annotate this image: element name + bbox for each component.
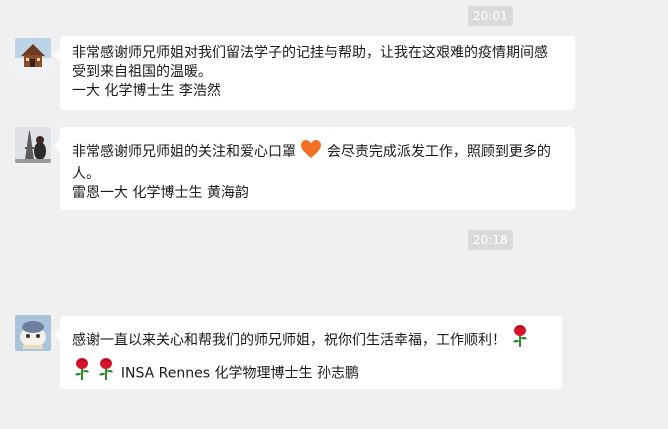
message-signature: INSA Rennes 化学物理博士生 孙志鹏	[120, 365, 359, 382]
timestamp: 20:01	[468, 6, 513, 26]
rose-icon	[72, 357, 92, 390]
timestamp: 20:18	[468, 230, 513, 250]
message-bubble[interactable]: 非常感谢师兄师姐对我们留法学子的记挂与帮助，让我在这艰难的疫情期间感 受到来自祖…	[54, 36, 575, 110]
rose-icon	[96, 357, 116, 390]
avatar-cabin[interactable]	[15, 38, 51, 74]
message-bubble[interactable]: 非常感谢师兄师姐的关注和爱心口罩 会尽责完成派发工作，照顾到更多的 人。 雷恩一…	[54, 127, 575, 210]
message-text: 感谢一直以来关心和帮我们的师兄师姐，祝你们生活幸福，工作顺利！	[72, 332, 506, 349]
message-signature: 一大 化学博士生 李浩然	[72, 83, 221, 99]
message-signature: 雷恩一大 化学博士生 黄海韵	[72, 185, 249, 201]
message-bubble[interactable]: 感谢一直以来关心和帮我们的师兄师姐，祝你们生活幸福，工作顺利！ INSA Ren…	[54, 316, 562, 390]
avatar-eiffel[interactable]	[15, 127, 51, 163]
orange-heart-icon	[300, 139, 322, 165]
message-text: 受到来自祖国的温暖。	[72, 64, 212, 80]
cabin-landscape-avatar	[15, 38, 51, 74]
message-text: 非常感谢师兄师姐的关注和爱心口罩	[72, 144, 296, 160]
eiffel-tower-photo-avatar	[15, 127, 51, 163]
message-text: 人。	[72, 166, 100, 182]
message-text: 非常感谢师兄师姐对我们留法学子的记挂与帮助，让我在这艰难的疫情期间感	[72, 45, 548, 61]
message-text: 会尽责完成派发工作，照顾到更多的	[326, 144, 551, 160]
avatar-cartoon[interactable]	[15, 315, 51, 351]
rose-icon	[510, 324, 530, 357]
cartoon-character-avatar	[15, 315, 51, 351]
